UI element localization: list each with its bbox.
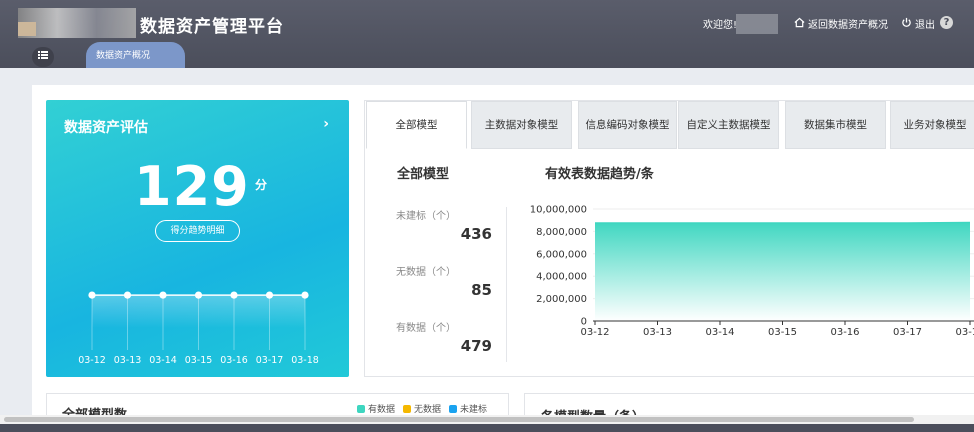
x-tick-label: 03-13 bbox=[643, 327, 672, 338]
footer-bar bbox=[0, 424, 974, 432]
x-tick-label: 03-12 bbox=[580, 327, 609, 338]
app-header: 数据资产管理平台 欢迎您! 返回数据资产概况 退出 ? 数据资产概况 bbox=[0, 0, 974, 68]
data-trend-chart: 0 2,000,000 4,000,000 6,000,000 8,000,000 10,… bbox=[530, 205, 974, 338]
legend-item-has-data[interactable]: 有数据 bbox=[357, 402, 395, 415]
logout-label: 退出 bbox=[915, 20, 935, 31]
score-date-label: 03-13 bbox=[114, 355, 142, 366]
scrollbar-thumb[interactable] bbox=[4, 417, 914, 422]
y-tick-label: 8,000,000 bbox=[536, 227, 587, 238]
logout-button[interactable]: 退出 bbox=[901, 16, 935, 31]
legend-item-unlabeled[interactable]: 未建标 bbox=[449, 402, 487, 415]
x-tick-label: 03-15 bbox=[768, 327, 797, 338]
score-point[interactable] bbox=[194, 291, 203, 299]
legend-label: 有数据 bbox=[368, 405, 396, 415]
horizontal-scrollbar[interactable] bbox=[0, 415, 974, 424]
menu-toggle-button[interactable] bbox=[32, 47, 54, 67]
x-tick-label: 03-18 bbox=[955, 327, 974, 338]
x-tick-label: 03-17 bbox=[893, 327, 922, 338]
welcome-text: 欢迎您! bbox=[703, 20, 738, 31]
back-overview-label: 返回数据资产概况 bbox=[808, 20, 888, 31]
score-point[interactable] bbox=[230, 291, 238, 299]
app-title: 数据资产管理平台 bbox=[140, 17, 284, 37]
x-tick-label: 03-16 bbox=[830, 327, 859, 338]
score-date-label: 03-14 bbox=[149, 355, 177, 366]
y-tick-label: 0 bbox=[581, 317, 587, 328]
score-point[interactable] bbox=[159, 291, 167, 299]
score-date-label: 03-16 bbox=[220, 355, 248, 366]
help-icon[interactable]: ? bbox=[940, 16, 953, 29]
legend-item-no-data[interactable]: 无数据 bbox=[403, 402, 441, 415]
y-tick-label: 10,000,000 bbox=[530, 205, 587, 216]
score-point[interactable] bbox=[123, 291, 132, 299]
y-tick-label: 4,000,000 bbox=[536, 272, 587, 283]
x-tick-label: 03-14 bbox=[705, 327, 734, 338]
score-date-label: 03-12 bbox=[78, 355, 106, 366]
score-point[interactable] bbox=[88, 291, 96, 299]
score-date-label: 03-18 bbox=[291, 355, 319, 366]
legend-label: 无数据 bbox=[414, 405, 442, 415]
score-date-label: 03-17 bbox=[256, 355, 284, 366]
legend-swatch bbox=[449, 404, 458, 413]
tab-asset-overview[interactable]: 数据资产概况 bbox=[86, 42, 185, 68]
y-tick-label: 6,000,000 bbox=[536, 249, 587, 260]
back-overview-link[interactable]: 返回数据资产概况 bbox=[794, 16, 888, 31]
score-point[interactable] bbox=[265, 291, 274, 299]
power-icon bbox=[901, 17, 912, 31]
score-point[interactable] bbox=[301, 291, 309, 299]
model-panel: 全部模型 主数据对象模型 信息编码对象模型 自定义主数据模型 数据集市模型 业务对象模型 … bbox=[364, 100, 974, 377]
asset-score-card: 数据资产评估 › 129 分 得分趋势明细 03-12 03-13 03-14 03-… bbox=[46, 100, 349, 377]
y-tick-label: 2,000,000 bbox=[536, 294, 587, 305]
trend-area bbox=[595, 222, 970, 321]
home-icon bbox=[794, 17, 805, 31]
logo bbox=[18, 8, 136, 38]
legend-swatch bbox=[403, 404, 412, 413]
legend-swatch bbox=[357, 404, 365, 413]
trend-line bbox=[595, 221, 971, 224]
score-date-label: 03-15 bbox=[185, 355, 213, 366]
legend-label: 未建标 bbox=[460, 405, 488, 415]
legend: 有数据 无数据 未建标 bbox=[357, 402, 487, 415]
user-name bbox=[736, 14, 778, 34]
list-icon bbox=[38, 51, 48, 59]
score-trend-chart: 03-12 03-13 03-14 03-15 03-16 03-17 03-18 bbox=[78, 291, 319, 366]
